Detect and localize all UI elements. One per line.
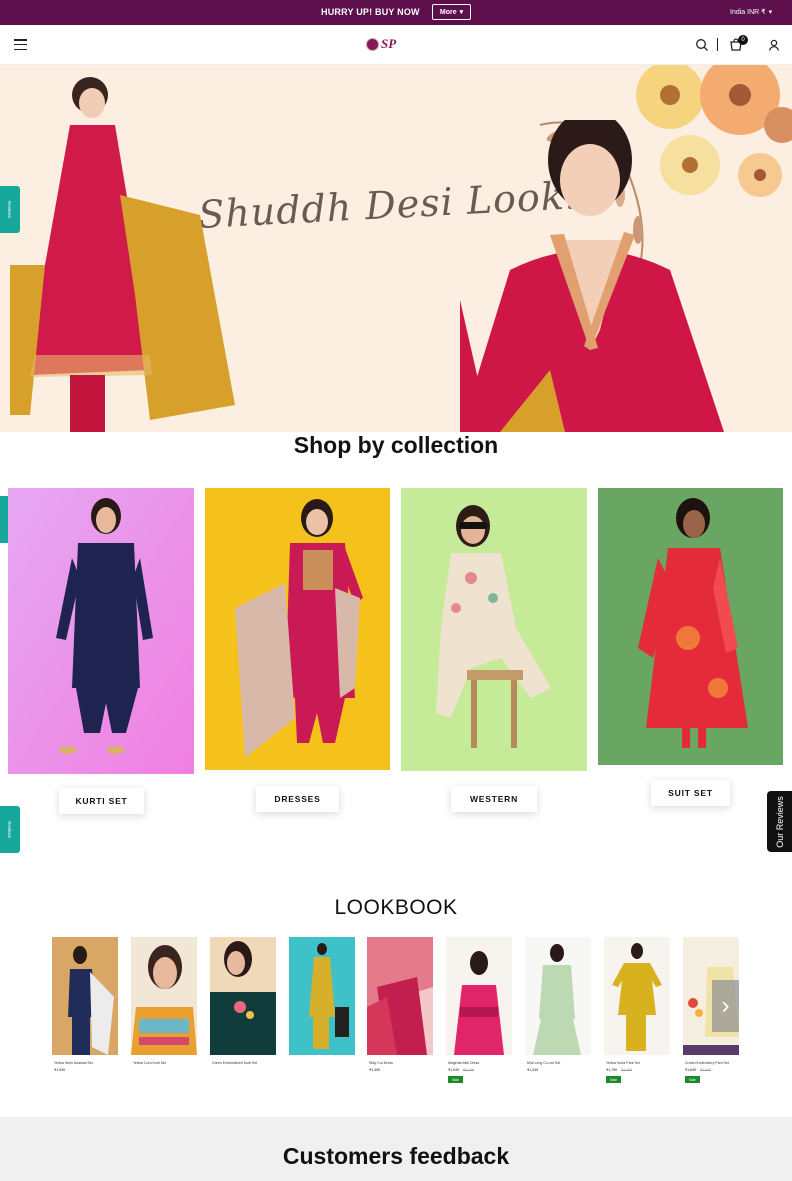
lookbook-image: [52, 937, 118, 1055]
lookbook-image: [525, 937, 591, 1055]
collection-image: [205, 488, 390, 770]
collection-image: [598, 488, 783, 765]
chevron-down-icon: ▾: [459, 9, 464, 16]
search-icon[interactable]: [695, 38, 709, 52]
lookbook-image: [367, 937, 433, 1055]
feedback-title: Customers feedback: [282, 1143, 510, 1169]
lookbook-item-name[interactable]: Silky Cut Dress: [369, 1061, 433, 1065]
lookbook-item[interactable]: [367, 937, 433, 1055]
lookbook-item-price: ₹1,649 ₹2,649: [685, 1068, 711, 1072]
collection-card-suit-set[interactable]: [598, 488, 783, 765]
price: ₹1,049: [448, 1068, 459, 1072]
sale-badge: Sale: [606, 1076, 622, 1083]
lookbook-item-name[interactable]: Yellow Cora Kurti Set: [133, 1061, 197, 1065]
reviews-side-tab[interactable]: Reviews: [0, 186, 20, 233]
lookbook-image: [446, 937, 512, 1055]
lookbook-item-name[interactable]: Yellow Work Anarkali Set: [54, 1061, 118, 1065]
lookbook-title: LOOKBOOK: [334, 896, 458, 919]
account-icon[interactable]: [767, 38, 781, 52]
currency-selector[interactable]: India INR ₹ ▾: [730, 8, 772, 16]
lookbook-item-price: ₹1,049: [527, 1068, 538, 1072]
our-reviews-tab[interactable]: Our Reviews: [767, 791, 792, 852]
lookbook-item-name[interactable]: Mint Long Co-ord Set: [527, 1061, 591, 1065]
collection-card-dresses[interactable]: [205, 488, 390, 770]
lookbook-item-name[interactable]: Cream Embroidery Pant Set: [685, 1061, 739, 1065]
price: ₹1,049: [527, 1068, 538, 1072]
hero-banner[interactable]: Shuddh Desi Look! ›: [0, 65, 792, 432]
lookbook-item-name[interactable]: Yellow Kurta Pant Set: [606, 1061, 670, 1065]
price: ₹1,949: [54, 1068, 65, 1072]
logo[interactable]: SP: [366, 30, 426, 58]
price: ₹1,799: [606, 1068, 617, 1072]
compare-price: ₹2,799: [621, 1068, 632, 1072]
compare-price: ₹2,649: [700, 1068, 711, 1072]
lookbook-item[interactable]: [289, 937, 355, 1055]
lookbook-item[interactable]: [52, 937, 118, 1055]
sale-badge: Sale: [448, 1076, 464, 1083]
lookbook-item-name[interactable]: Magenta Midi Dress: [448, 1061, 512, 1065]
lookbook-item[interactable]: [210, 937, 276, 1055]
collection-section-title: Shop by collection: [293, 432, 499, 458]
lookbook-image: [131, 937, 197, 1055]
more-dropdown[interactable]: More ▾: [432, 4, 471, 20]
lookbook-image: [604, 937, 670, 1055]
lookbook-image: [289, 937, 355, 1055]
chevron-right-icon: ›: [721, 992, 730, 1019]
lookbook-item-price: ₹1,049 ₹2,049: [448, 1068, 474, 1072]
lookbook-item[interactable]: [131, 937, 197, 1055]
price: ₹1,499: [369, 1068, 380, 1072]
reviews-tab-label: Reviews: [7, 200, 13, 219]
lookbook-item-price: ₹1,949: [54, 1068, 65, 1072]
lookbook-item-name[interactable]: Green Embroidered Kurti Set: [212, 1061, 276, 1065]
collection-card-kurti-set[interactable]: [8, 488, 194, 774]
reviews-side-tab[interactable]: Reviews: [0, 806, 20, 853]
logo-text: SP: [381, 36, 397, 51]
lookbook-item-price: ₹1,499: [369, 1068, 380, 1072]
logo-mark: [366, 37, 379, 51]
more-label: More: [439, 8, 457, 16]
site-header: SP 0: [0, 25, 792, 65]
collection-button-kurti-set[interactable]: KURTI SET: [59, 788, 144, 814]
chevron-down-icon: ▾: [768, 9, 773, 16]
collection-button-suit-set[interactable]: SUIT SET: [651, 780, 730, 806]
header-divider: [717, 38, 718, 51]
page: HURRY UP! BUY NOW More ▾ India INR ₹ ▾ S…: [0, 0, 792, 1181]
collection-button-dresses[interactable]: DRESSES: [256, 786, 339, 812]
hero-model-right: [460, 120, 724, 432]
collection-image: [401, 488, 587, 771]
collection-image: [8, 488, 194, 774]
collection-card-western[interactable]: [401, 488, 587, 771]
currency-label: India INR ₹: [730, 9, 766, 16]
reviews-tab-label: Reviews: [7, 820, 13, 839]
lookbook-next-arrow[interactable]: ›: [712, 980, 739, 1032]
lookbook-image: [210, 937, 276, 1055]
lookbook-item-price: ₹1,799 ₹2,799: [606, 1068, 632, 1072]
our-reviews-label: Our Reviews: [774, 795, 785, 848]
price: ₹1,649: [685, 1068, 696, 1072]
menu-icon[interactable]: [14, 39, 27, 50]
hero-model-left: [10, 77, 235, 432]
collection-button-western[interactable]: WESTERN: [451, 786, 537, 812]
sale-badge: Sale: [685, 1076, 701, 1083]
lookbook-item[interactable]: [446, 937, 512, 1055]
lookbook-item[interactable]: [525, 937, 591, 1055]
cart-count-badge: 0: [738, 35, 748, 45]
lookbook-item[interactable]: [604, 937, 670, 1055]
announcement-bar: HURRY UP! BUY NOW More ▾ India INR ₹ ▾: [0, 0, 792, 25]
compare-price: ₹2,049: [463, 1068, 474, 1072]
announcement-message[interactable]: HURRY UP! BUY NOW: [321, 7, 420, 17]
